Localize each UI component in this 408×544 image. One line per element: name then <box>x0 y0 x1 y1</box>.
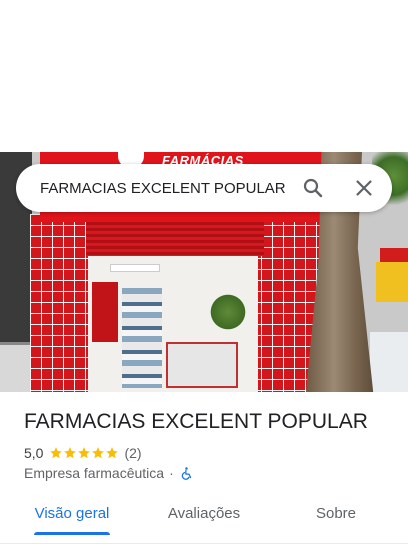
tab-about[interactable]: Sobre <box>296 494 376 534</box>
photo-rolling-shutter <box>86 222 264 256</box>
close-icon[interactable] <box>352 176 376 200</box>
selected-tab-indicator <box>34 532 110 535</box>
photo-product-shelf <box>122 288 162 388</box>
place-info-panel: FARMACIAS EXCELENT POPULAR 5,0 (2) Empre… <box>0 392 408 544</box>
star-icon <box>78 447 91 459</box>
search-icon[interactable] <box>301 176 325 200</box>
photo-neighbor-awning <box>376 262 408 302</box>
star-icon <box>106 447 119 459</box>
photo-ceiling-light <box>110 264 160 272</box>
photo-plant <box>208 292 248 332</box>
separator-dot: · <box>169 465 174 481</box>
photo-counter <box>166 342 238 388</box>
place-category: Empresa farmacêutica <box>24 465 165 481</box>
category-row: Empresa farmacêutica · <box>24 465 194 481</box>
rating-row[interactable]: 5,0 (2) <box>24 445 142 461</box>
search-input[interactable]: FARMACIAS EXCELENT POPULAR <box>40 180 293 197</box>
search-bar[interactable]: FARMACIAS EXCELENT POPULAR <box>16 164 392 212</box>
place-tabs: Visão geral Avaliações Sobre <box>0 494 408 544</box>
star-icon <box>50 447 63 459</box>
rating-stars <box>49 446 119 460</box>
place-title: FARMACIAS EXCELENT POPULAR <box>24 410 368 433</box>
rating-value: 5,0 <box>24 445 44 461</box>
wheelchair-icon <box>181 466 191 480</box>
blank-header-area <box>0 0 408 152</box>
photo-neighbor-building <box>370 332 408 392</box>
tab-overview[interactable]: Visão geral <box>24 494 120 534</box>
tab-reviews[interactable]: Avaliações <box>152 494 256 534</box>
star-icon <box>64 447 77 459</box>
photo-inner-wall <box>92 282 118 342</box>
star-icon <box>92 447 105 459</box>
review-count[interactable]: (2) <box>124 445 141 461</box>
